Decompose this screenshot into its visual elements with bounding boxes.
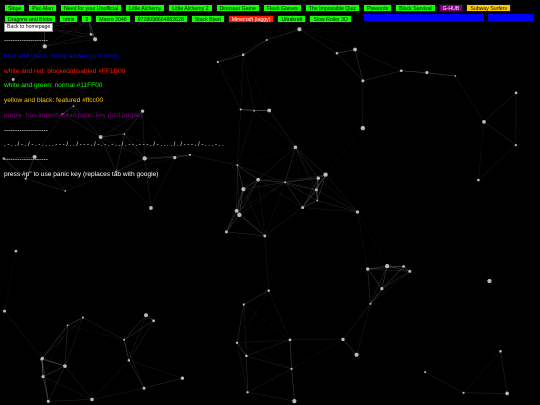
game-button-5[interactable]: Dinosaur Game <box>215 4 260 12</box>
game-row2-button-0[interactable]: Dragons and Blobs <box>4 15 57 23</box>
new-game-button-blank-2[interactable] <box>488 14 534 21</box>
legend-blue: blue and black: newly added (just now) <box>4 53 118 60</box>
game-button-1[interactable]: Pac-Man <box>28 4 58 12</box>
game-row2-button-7[interactable]: Ultrakraft <box>277 15 307 23</box>
game-button-3[interactable]: Little Alchemy <box>125 4 166 12</box>
game-row2-button-6[interactable]: Minecraft (laggy) <box>227 15 275 23</box>
morse-code-text: . - . . / - . / - . - . . . . - - - / . … <box>4 142 224 148</box>
legend-yellow: yellow and black: featured #ffcc00 <box>4 97 104 104</box>
new-game-button-blank-1[interactable] <box>364 14 484 21</box>
divider: -------------------- <box>4 156 48 163</box>
particle-network-background <box>2 19 518 404</box>
game-row2-button-8[interactable]: Slow Roller 3D <box>309 15 352 23</box>
game-row2-button-5[interactable]: Stack Blast <box>190 15 225 23</box>
panic-key-instructions: press #p" to use panic key (replaces tab… <box>4 171 159 178</box>
legend-green: white and green: normal #11FF00 <box>4 82 103 89</box>
game-button-0[interactable]: Slope <box>4 4 26 12</box>
game-row2-button-3[interactable]: Macro 2048 <box>95 15 131 23</box>
game-button-6[interactable]: Flash Games <box>262 4 302 12</box>
game-button-7[interactable]: The Impossible Quiz <box>304 4 361 12</box>
back-to-homepage-button[interactable]: Back to homepage <box>4 23 54 32</box>
game-row2-button-2[interactable]: 2 <box>81 15 93 23</box>
game-row2-button-1[interactable]: tetris <box>59 15 79 23</box>
divider: -------------------- <box>4 37 48 44</box>
legend-purple: purple: has implemented panic key (just … <box>4 112 143 119</box>
game-row2-button-4[interactable]: 9728098664882628 <box>133 15 188 23</box>
legend-red: white and red: blocked/disabled #FF1B00 <box>4 68 126 75</box>
game-button-4[interactable]: Little Alchemy 2 <box>168 4 213 12</box>
game-button-2[interactable]: Need for your Unofficial <box>60 4 123 12</box>
divider: -------------------- <box>4 127 48 134</box>
